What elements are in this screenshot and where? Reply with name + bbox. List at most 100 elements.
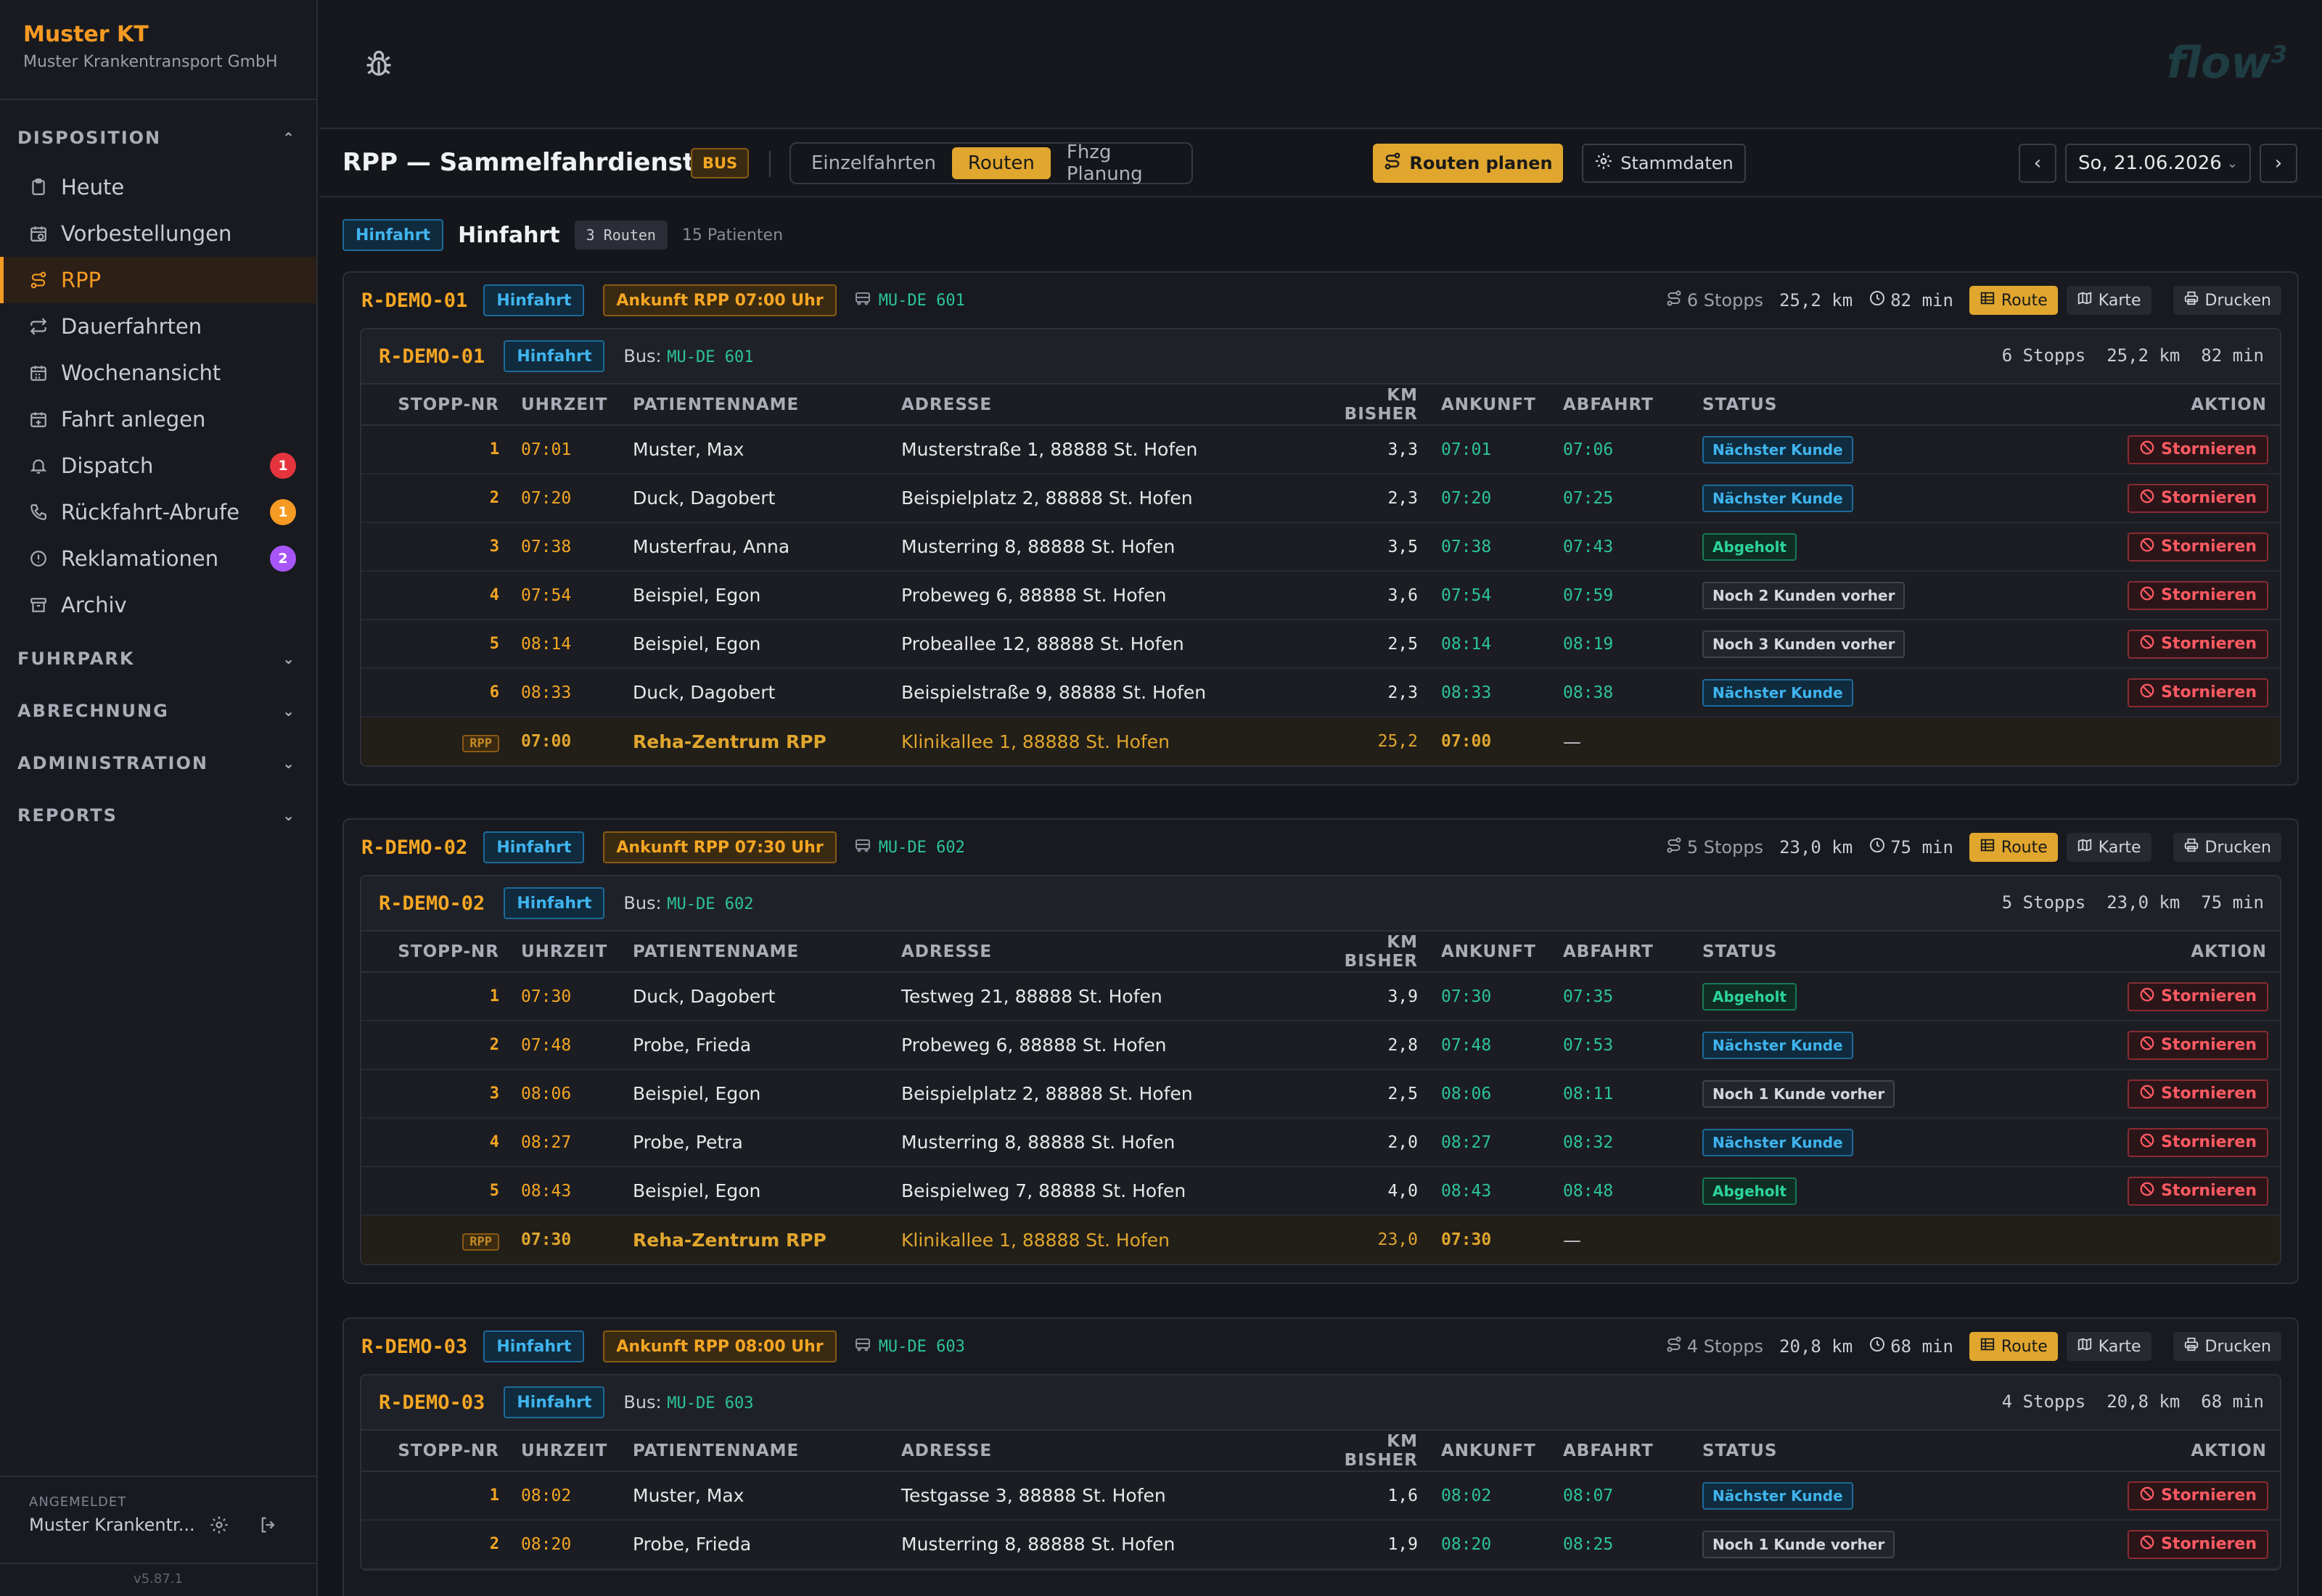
- sidebar-item-rpp[interactable]: RPP: [0, 257, 316, 303]
- table-row[interactable]: 2 08:20 Probe, Frieda Musterring 8, 88888 S…: [361, 1520, 2280, 1569]
- route-card: R-DEMO-03 Hinfahrt Ankunft RPP 08:00 Uhr MU…: [342, 1317, 2299, 1596]
- prev-day-button[interactable]: ‹: [2019, 144, 2056, 183]
- empty-cell: [1702, 1215, 2007, 1264]
- patient-name[interactable]: Duck, Dagobert: [633, 668, 901, 717]
- table-row[interactable]: 1 07:30 Duck, Dagobert Testweg 21, 88888 St…: [361, 972, 2280, 1021]
- bug-icon[interactable]: [363, 48, 395, 83]
- patient-name[interactable]: Duck, Dagobert: [633, 474, 901, 523]
- rpp-time: 07:00: [499, 717, 633, 765]
- tab-einzelfahrten[interactable]: Einzelfahrten: [795, 147, 952, 179]
- stops-count: 4 Stopps: [2001, 1391, 2086, 1412]
- stornieren-button[interactable]: Stornieren: [2128, 580, 2268, 610]
- routen-planen-button[interactable]: Routen planen: [1373, 144, 1563, 183]
- stop-address: Testweg 21, 88888 St. Hofen: [901, 972, 1308, 1021]
- stornieren-button[interactable]: Stornieren: [2128, 1030, 2268, 1060]
- patient-name[interactable]: Probe, Frieda: [633, 1520, 901, 1569]
- patient-name[interactable]: Probe, Frieda: [633, 1021, 901, 1070]
- stornieren-button[interactable]: Stornieren: [2128, 483, 2268, 513]
- table-row[interactable]: 5 08:14 Beispiel, Egon Probeallee 12, 88888…: [361, 620, 2280, 669]
- next-day-button[interactable]: ›: [2260, 144, 2297, 183]
- route-stats: 6 Stopps 25,2 km 82 min Route Karte Drucken: [1665, 284, 2281, 316]
- table-row[interactable]: 1 07:01 Muster, Max Musterstraße 1, 88888 S…: [361, 425, 2280, 474]
- table-row[interactable]: 4 08:27 Probe, Petra Musterring 8, 88888 St…: [361, 1118, 2280, 1167]
- route-detail: R-DEMO-01 Hinfahrt Bus: MU-DE 601 6 Stopps …: [360, 328, 2281, 767]
- date-picker[interactable]: So, 21.06.2026 ⌄: [2065, 144, 2251, 183]
- tab-routen[interactable]: Routen: [951, 147, 1051, 179]
- sidebar-item-rueckfahrt-abrufe[interactable]: Rückfahrt-Abrufe 1: [0, 489, 316, 535]
- map-view-button[interactable]: Karte: [2066, 833, 2151, 862]
- route-view-button[interactable]: Route: [1969, 833, 2058, 862]
- empty-cell: [2007, 717, 2280, 765]
- stop-number: 3: [361, 522, 499, 572]
- stornieren-button[interactable]: Stornieren: [2128, 629, 2268, 659]
- table-row[interactable]: 4 07:54 Beispiel, Egon Probeweg 6, 88888 St…: [361, 571, 2280, 620]
- logout-icon[interactable]: [258, 1515, 279, 1538]
- table-row[interactable]: 5 08:43 Beispiel, Egon Beispielweg 7, 88888…: [361, 1167, 2280, 1216]
- col-ankunft: ANKUNFT: [1418, 931, 1563, 973]
- stornieren-button[interactable]: Stornieren: [2128, 435, 2268, 464]
- stop-number: 5: [361, 1167, 499, 1216]
- stammdaten-button[interactable]: Stammdaten: [1582, 144, 1746, 183]
- patient-name[interactable]: Beispiel, Egon: [633, 1167, 901, 1216]
- stops-count: 6 Stopps: [1686, 290, 1764, 310]
- sidebar-item-dispatch[interactable]: Dispatch 1: [0, 443, 316, 489]
- map-view-button[interactable]: Karte: [2066, 1332, 2151, 1361]
- patient-name[interactable]: Beispiel, Egon: [633, 571, 901, 620]
- patient-name[interactable]: Beispiel, Egon: [633, 620, 901, 669]
- sidebar-item-label: Rückfahrt-Abrufe: [61, 500, 240, 525]
- patient-name[interactable]: Beispiel, Egon: [633, 1069, 901, 1119]
- stornieren-button[interactable]: Stornieren: [2128, 982, 2268, 1011]
- patient-name[interactable]: Duck, Dagobert: [633, 972, 901, 1021]
- route-id[interactable]: R-DEMO-01: [361, 289, 467, 312]
- print-button[interactable]: Drucken: [2173, 286, 2281, 315]
- button-label: Stornieren: [2161, 1085, 2257, 1103]
- section-reports[interactable]: REPORTS ⌄: [0, 789, 316, 842]
- table-row[interactable]: 6 08:33 Duck, Dagobert Beispielstraße 9, 88…: [361, 668, 2280, 717]
- route-view-button[interactable]: Route: [1969, 1332, 2058, 1361]
- section-administration[interactable]: ADMINISTRATION ⌄: [0, 737, 316, 789]
- duration-stat: 82 min: [1868, 289, 1953, 311]
- section-fuhrpark[interactable]: FUHRPARK ⌄: [0, 633, 316, 685]
- patient-name[interactable]: Musterfrau, Anna: [633, 522, 901, 572]
- sidebar-item-vorbestellungen[interactable]: Vorbestellungen: [0, 210, 316, 257]
- sidebar-item-reklamationen[interactable]: Reklamationen 2: [0, 535, 316, 582]
- table-row[interactable]: 3 08:06 Beispiel, Egon Beispielplatz 2, 888…: [361, 1069, 2280, 1119]
- col-km: KM BISHER: [1308, 384, 1418, 426]
- direction-title: Hinfahrt: [458, 222, 560, 248]
- sidebar-item-dauerfahrten[interactable]: Dauerfahrten: [0, 303, 316, 350]
- stornieren-button[interactable]: Stornieren: [2128, 1079, 2268, 1108]
- table-row[interactable]: 2 07:48 Probe, Frieda Probeweg 6, 88888 St.…: [361, 1021, 2280, 1070]
- stornieren-button[interactable]: Stornieren: [2128, 1176, 2268, 1206]
- table-row[interactable]: 2 07:20 Duck, Dagobert Beispielplatz 2, 888…: [361, 474, 2280, 523]
- route-id[interactable]: R-DEMO-03: [361, 1336, 467, 1358]
- page-title: RPP — Sammelfahrdienst: [342, 148, 695, 177]
- stop-time: 07:20: [499, 474, 633, 523]
- patient-name[interactable]: Probe, Petra: [633, 1118, 901, 1167]
- stornieren-button[interactable]: Stornieren: [2128, 678, 2268, 707]
- sidebar-item-heute[interactable]: Heute: [0, 164, 316, 210]
- route-view-button[interactable]: Route: [1969, 286, 2058, 315]
- patient-name[interactable]: Muster, Max: [633, 1471, 901, 1521]
- stop-departure: 07:43: [1563, 522, 1702, 572]
- gear-icon[interactable]: [209, 1515, 229, 1538]
- col-adresse: ADRESSE: [901, 931, 1308, 973]
- gear-icon: [1594, 152, 1613, 175]
- map-view-button[interactable]: Karte: [2066, 286, 2151, 315]
- route-id[interactable]: R-DEMO-02: [361, 836, 467, 859]
- print-button[interactable]: Drucken: [2173, 1332, 2281, 1361]
- table-row[interactable]: 1 08:02 Muster, Max Testgasse 3, 88888 St. …: [361, 1471, 2280, 1521]
- sidebar-item-wochenansicht[interactable]: Wochenansicht: [0, 350, 316, 396]
- stornieren-button[interactable]: Stornieren: [2128, 1481, 2268, 1510]
- stornieren-button[interactable]: Stornieren: [2128, 532, 2268, 562]
- stornieren-button[interactable]: Stornieren: [2128, 1529, 2268, 1559]
- sidebar-item-archiv[interactable]: Archiv: [0, 582, 316, 628]
- section-disposition[interactable]: DISPOSITION ⌃: [0, 112, 316, 164]
- sidebar-item-fahrt-anlegen[interactable]: Fahrt anlegen: [0, 396, 316, 443]
- table-row[interactable]: 3 07:38 Musterfrau, Anna Musterring 8, 8888…: [361, 522, 2280, 572]
- button-label: Karte: [2098, 291, 2141, 310]
- patient-name[interactable]: Muster, Max: [633, 425, 901, 474]
- tab-fhzg-planung[interactable]: Fhzg Planung: [1051, 141, 1187, 185]
- print-button[interactable]: Drucken: [2173, 833, 2281, 862]
- section-abrechnung[interactable]: ABRECHNUNG ⌄: [0, 685, 316, 737]
- stornieren-button[interactable]: Stornieren: [2128, 1127, 2268, 1157]
